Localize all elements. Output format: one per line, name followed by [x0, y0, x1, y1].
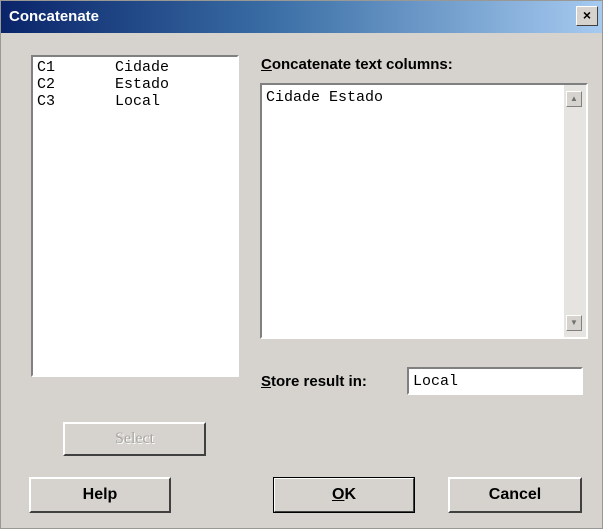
store-result-field[interactable]: Local [407, 367, 583, 395]
scroll-up-button[interactable]: ▲ [566, 91, 582, 107]
dialog-title: Concatenate [9, 8, 100, 25]
concatenate-label-accel: C [261, 56, 272, 73]
column-id: C1 [37, 59, 56, 76]
ok-button[interactable]: OK [273, 477, 415, 513]
concatenate-label-text: oncatenate text columns: [271, 56, 453, 73]
arrow-down-icon: ▼ [570, 318, 578, 327]
close-button[interactable]: × [576, 6, 598, 26]
ok-button-label: K [344, 486, 356, 503]
column-listbox[interactable]: C1 Cidade C2 Estado C3 Local [31, 55, 239, 377]
close-icon: × [582, 7, 592, 23]
store-label-accel: S [261, 373, 272, 390]
concatenate-label: Concatenate text columns: [261, 56, 453, 73]
concatenate-columns-value: Cidade Estado [266, 89, 384, 106]
column-name: Cidade [115, 59, 170, 76]
cancel-button[interactable]: Cancel [448, 477, 582, 513]
vertical-scrollbar[interactable]: ▲ ▼ [564, 85, 586, 337]
store-label-text: tore result in: [271, 373, 367, 390]
ok-accel: O [331, 486, 345, 503]
column-name: Estado [115, 76, 170, 93]
concatenate-dialog: Concatenate × C1 Cidade C2 Estado C3 Loc… [0, 0, 603, 529]
help-button-label: Help [82, 486, 118, 503]
scroll-down-button[interactable]: ▼ [566, 315, 582, 331]
store-result-label: Store result in: [261, 373, 367, 390]
concatenate-columns-field[interactable]: Cidade Estado ▲ ▼ [260, 83, 588, 339]
column-id: C2 [37, 76, 56, 93]
column-name: Local [115, 93, 161, 110]
select-button[interactable]: Select [63, 422, 206, 456]
cancel-button-label: Cancel [488, 486, 542, 503]
title-bar[interactable]: Concatenate × [1, 1, 602, 33]
column-id: C3 [37, 93, 56, 110]
arrow-up-icon: ▲ [570, 94, 578, 103]
store-result-value: Local [413, 373, 459, 390]
select-button-label: Select [114, 430, 155, 447]
help-button[interactable]: Help [29, 477, 171, 513]
